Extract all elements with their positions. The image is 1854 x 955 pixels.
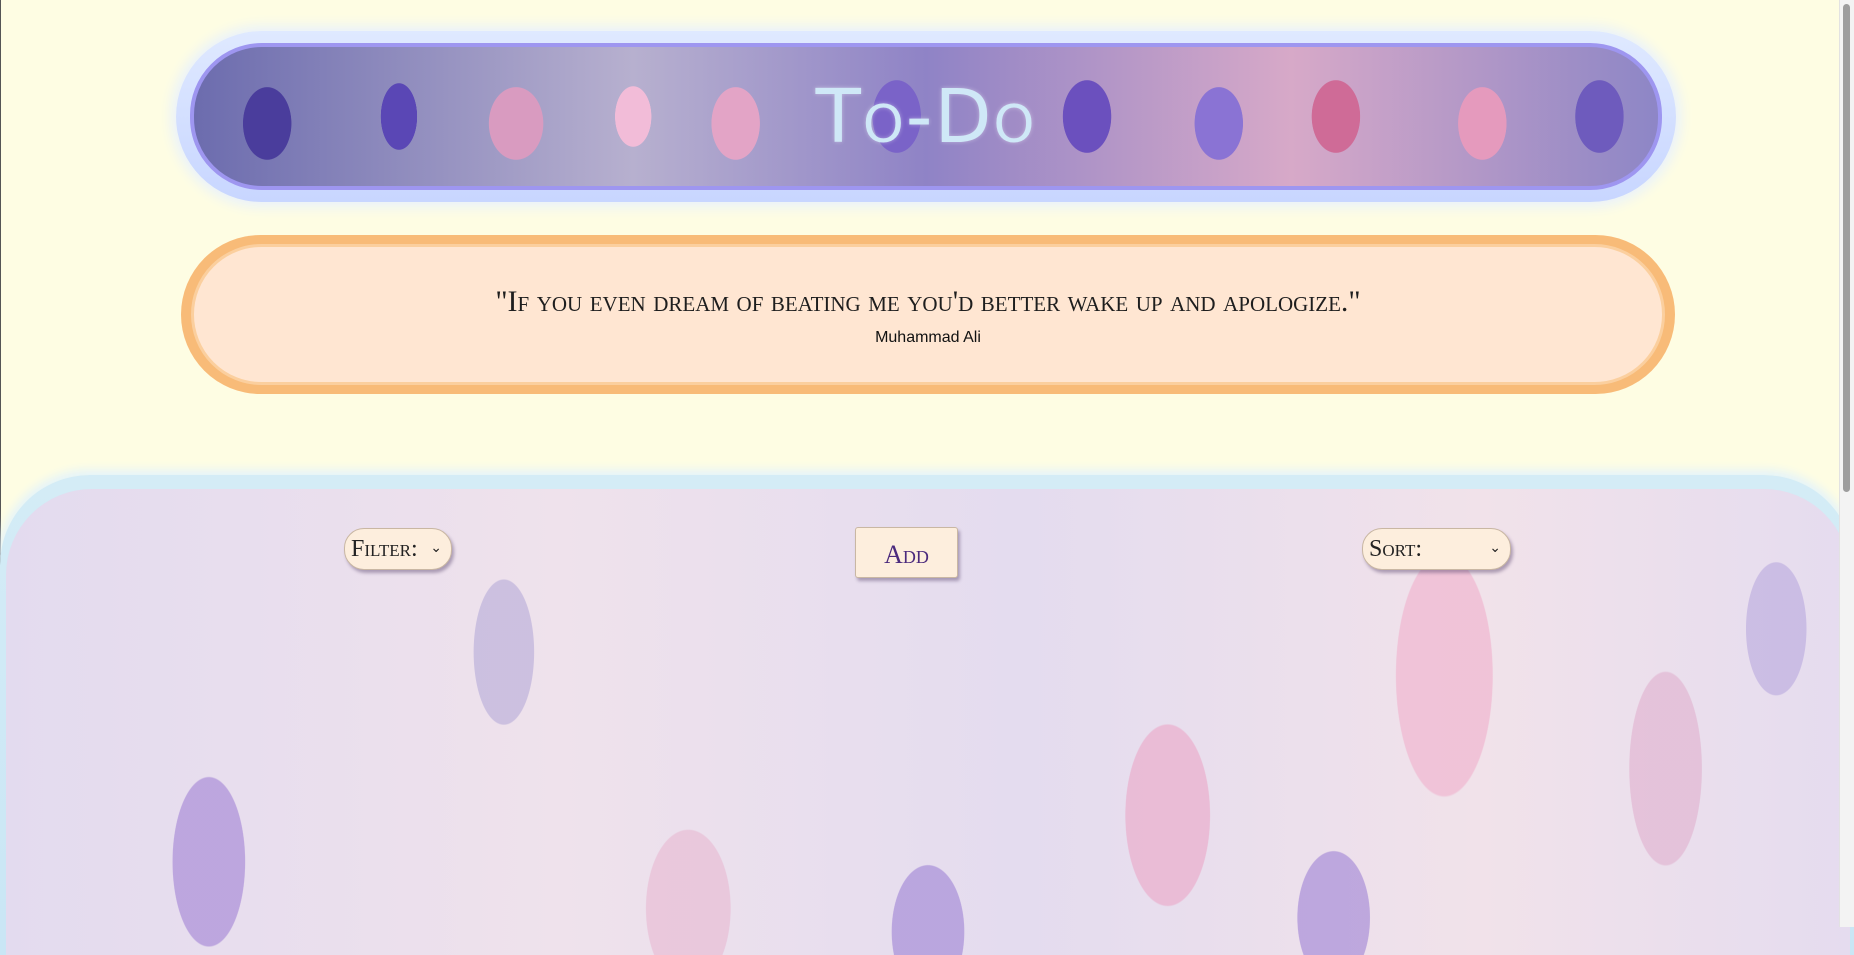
quote-author: Muhammad Ali <box>875 329 981 346</box>
quote-text: "If you even dream of beating me you'd b… <box>495 285 1361 318</box>
filter-select-label: Filter: <box>351 535 418 562</box>
chevron-down-icon: ⌄ <box>1489 540 1501 557</box>
sort-select-label: Sort: <box>1369 535 1422 562</box>
sort-select[interactable]: Sort: ⌄ <box>1362 528 1511 570</box>
chevron-down-icon: ⌄ <box>430 540 442 557</box>
vertical-scrollbar[interactable] <box>1839 0 1854 927</box>
header-banner: To-Do <box>176 31 1676 202</box>
add-button[interactable]: Add <box>855 527 958 578</box>
header-flower-image: To-Do <box>190 43 1662 190</box>
page-title: To-Do <box>815 73 1037 160</box>
filter-select[interactable]: Filter: ⌄ <box>344 528 452 570</box>
quote-card-inner: "If you even dream of beating me you'd b… <box>191 244 1665 385</box>
quote-card: "If you even dream of beating me you'd b… <box>181 235 1675 394</box>
scrollbar-thumb[interactable] <box>1843 4 1850 492</box>
